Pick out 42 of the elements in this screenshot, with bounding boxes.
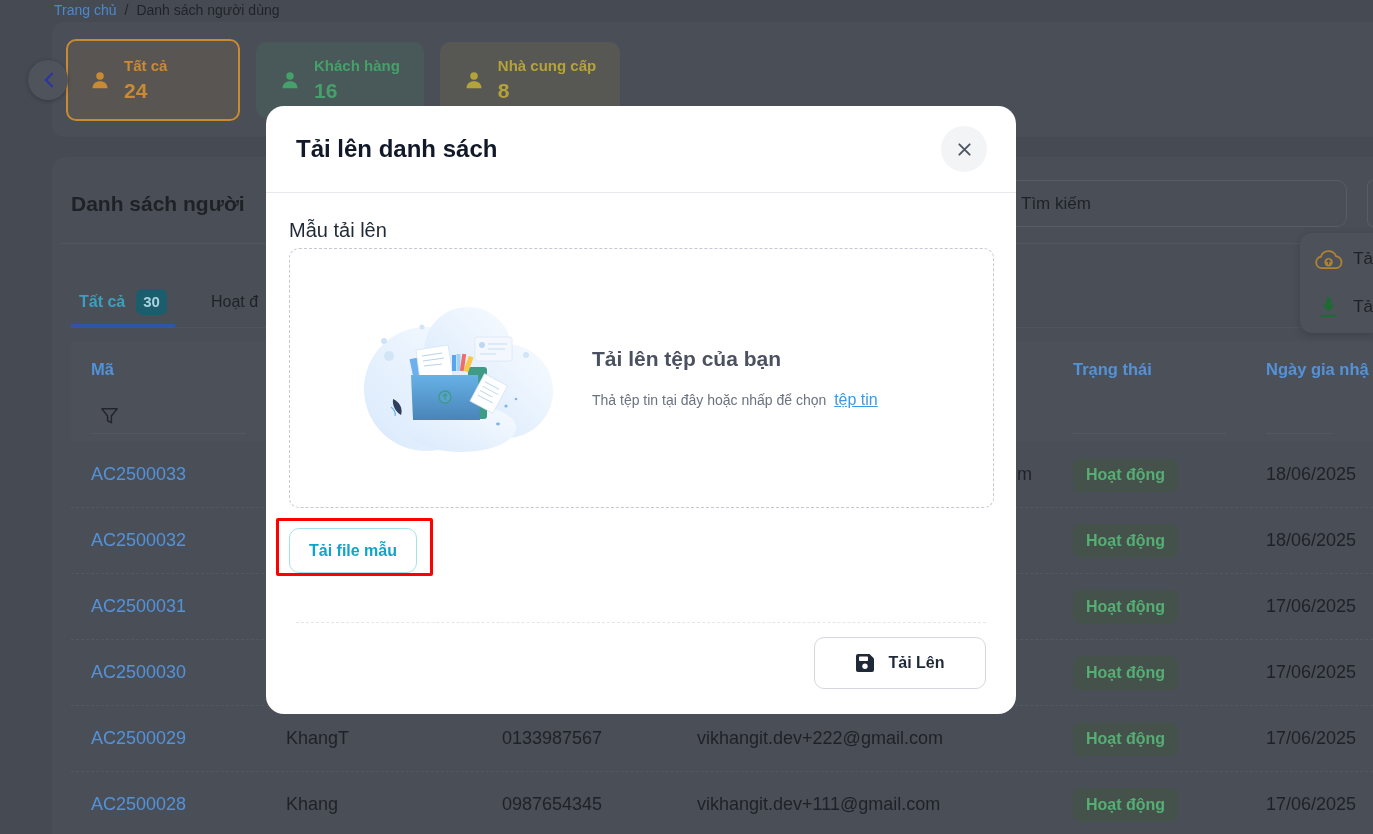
status-badge: Hoạt động (1073, 655, 1179, 690)
stat-label: Khách hàng (314, 56, 400, 75)
stat-count: 16 (314, 77, 339, 103)
user-code-link[interactable]: AC2500030 (91, 662, 187, 682)
status-badge: Hoạt động (1073, 589, 1179, 624)
filter-tab[interactable]: Tất cả 30 (71, 280, 175, 327)
cloud-upload-icon (1314, 247, 1344, 271)
user-code-link[interactable]: AC2500028 (91, 794, 187, 814)
file-drop-zone[interactable]: Tải lên tệp của bạn Thả tệp tin tại đây hoặc nhấp để chọn tệp tin (289, 248, 994, 508)
collapse-button[interactable] (28, 60, 68, 100)
tab-label: Tất cả (79, 293, 126, 311)
breadcrumb-separator: / (124, 2, 129, 18)
dialog-title: Tải lên danh sách (296, 135, 498, 163)
section-label: Mẫu tải lên (289, 218, 387, 242)
column-header: Ngày gia nhậ (1266, 359, 1369, 379)
stat-count: 8 (497, 77, 511, 103)
stat-label: Nhà cung cấp (497, 56, 597, 75)
user-code-link[interactable]: AC2500032 (91, 530, 187, 550)
user-code-link[interactable]: AC2500031 (91, 596, 187, 616)
stat-label: Tất cả (124, 56, 168, 75)
stat-count: 24 (124, 77, 149, 103)
dropzone-hint: Thả tệp tin tại đây hoặc nhấp để chọn tệp tin (592, 391, 878, 409)
save-icon (855, 653, 876, 673)
column-header: Mã (91, 359, 114, 379)
close-button[interactable] (941, 126, 987, 172)
stat-card[interactable]: Tất cả 24 (66, 38, 240, 121)
close-icon (956, 141, 972, 157)
upload-button[interactable]: Tải Lên (814, 637, 986, 689)
status-badge: Hoạt động (1073, 457, 1179, 492)
status-badge: Hoạt động (1073, 721, 1179, 756)
breadcrumb-link[interactable]: Trang chủ (54, 2, 117, 18)
user-code-link[interactable]: AC2500029 (91, 728, 187, 748)
count-badge: 30 (136, 289, 167, 315)
download-template-button[interactable]: Tải file mẫu (289, 528, 417, 573)
status-badge: Hoạt động (1073, 787, 1179, 822)
column-header: Trạng thái (1073, 359, 1152, 379)
filter-icon[interactable] (100, 406, 119, 425)
status-badge: Hoạt động (1073, 523, 1179, 558)
dropzone-title: Tải lên tệp của bạn (592, 347, 783, 371)
choose-file-link[interactable]: tệp tin (834, 391, 878, 408)
user-code-link[interactable]: AC2500033 (91, 464, 187, 484)
chevron-left-icon (42, 72, 54, 88)
